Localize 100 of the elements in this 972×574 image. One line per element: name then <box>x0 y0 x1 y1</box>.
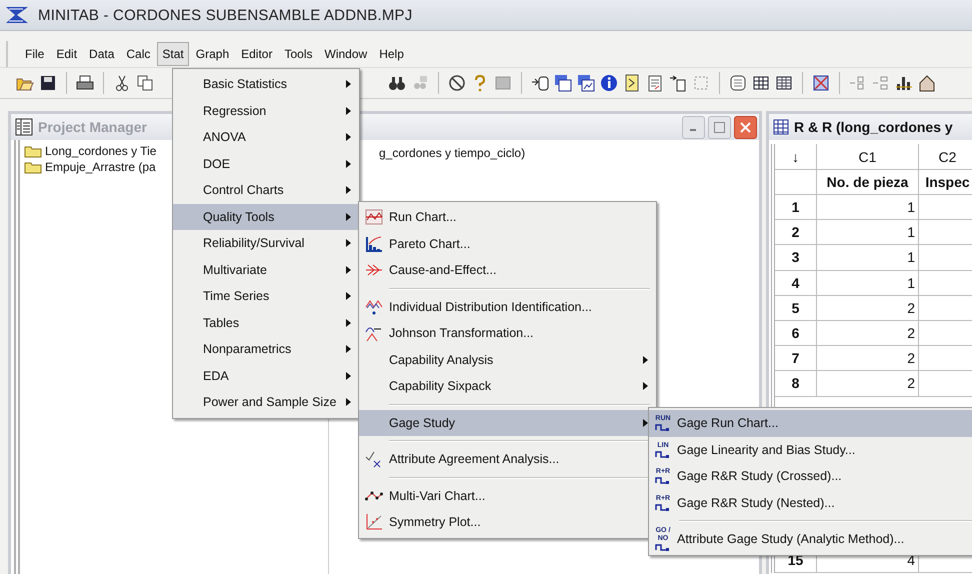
menu-bar-item[interactable]: Tools <box>279 42 318 66</box>
menu-bar-item[interactable]: Data <box>84 42 120 66</box>
symmetry-plot-icon <box>365 513 383 532</box>
column-name[interactable]: Inspec <box>919 170 972 195</box>
row-header-blank <box>775 170 817 195</box>
menu-item[interactable]: Power and Sample Size <box>173 389 359 416</box>
menu-item[interactable]: Control Charts <box>173 177 359 204</box>
notebook-icon[interactable] <box>729 74 747 92</box>
menu-item[interactable]: Run Chart... <box>359 204 656 230</box>
folder-icon <box>24 160 42 174</box>
gage-chart-icon <box>655 476 671 484</box>
info-icon[interactable] <box>600 74 618 92</box>
save-icon[interactable] <box>39 74 57 92</box>
menu-bar-item[interactable]: Window <box>320 42 372 66</box>
menu-item[interactable]: Multivariate <box>173 256 359 283</box>
submenu-arrow-icon <box>346 292 351 300</box>
menu-item[interactable]: Regression <box>173 98 359 124</box>
column-name[interactable]: No. de pieza <box>817 170 919 195</box>
submenu-arrow-icon <box>346 266 351 274</box>
menu-item[interactable]: Reliability/Survival <box>173 230 359 256</box>
windows-icon[interactable] <box>554 74 572 92</box>
minimize-button[interactable] <box>682 116 705 138</box>
pareto-chart-icon <box>365 234 383 253</box>
printer-icon[interactable] <box>76 74 94 92</box>
menu-bar-item[interactable]: Editor <box>236 42 278 66</box>
menu-item[interactable]: ANOVA <box>173 124 359 150</box>
graph-windows-icon[interactable] <box>577 74 595 92</box>
session-icon[interactable] <box>623 74 641 92</box>
gage-chart-icon <box>655 450 671 458</box>
tree-item[interactable]: Long_cordones y Tie <box>45 144 156 158</box>
close-button[interactable] <box>734 116 757 138</box>
window-title: MINITAB - CORDONES SUBENSAMBLE ADDNB.MPJ <box>38 6 412 24</box>
cancel-icon[interactable] <box>448 74 466 92</box>
menu-item[interactable]: Pareto Chart... <box>359 230 656 257</box>
table-cell: 1 <box>817 220 919 246</box>
columns-icon[interactable] <box>775 74 793 92</box>
dotted-frame-icon[interactable] <box>692 74 710 92</box>
row-number: 6 <box>775 320 817 346</box>
maximize-button[interactable] <box>708 116 731 138</box>
scissors-icon[interactable] <box>113 74 131 92</box>
submenu-arrow-icon <box>643 356 648 364</box>
table-cell: 1 <box>817 245 919 271</box>
menu-bar-item[interactable]: Stat <box>157 42 189 66</box>
gage-chart-icon <box>655 423 671 432</box>
submenu-arrow-icon <box>346 239 351 248</box>
table-cell: 1 <box>817 195 919 220</box>
table-cell: 2 <box>817 346 919 372</box>
house-icon[interactable] <box>918 74 936 92</box>
send-icon[interactable] <box>669 74 687 92</box>
submenu-arrow-icon <box>346 398 351 406</box>
align-icon[interactable] <box>872 74 890 92</box>
tree-item[interactable]: Empuje_Arrastre (pa <box>45 160 156 174</box>
row-number: 8 <box>775 371 817 396</box>
menu-item[interactable]: Time Series <box>173 283 359 310</box>
window-title: Project Manager <box>38 119 147 135</box>
menu-bar-item[interactable]: Graph <box>190 42 234 66</box>
gage-chart-icon <box>655 543 671 552</box>
menu-item[interactable]: Basic Statistics <box>173 71 359 98</box>
menu-item[interactable]: Quality Tools <box>173 204 359 230</box>
window-title: R & R (long_cordones y <box>794 119 953 135</box>
copy-icon[interactable] <box>136 74 154 92</box>
menu-item[interactable]: Tables <box>173 310 359 336</box>
menu-item[interactable]: Capability Analysis <box>359 346 656 373</box>
detail-text: g_cordones y tiempo_ciclo) <box>379 146 526 160</box>
menu-item[interactable]: Johnson Transformation... <box>359 320 656 346</box>
report-icon[interactable] <box>646 74 664 92</box>
binoculars-icon[interactable] <box>388 74 406 92</box>
table-cell: 2 <box>817 371 919 396</box>
column-id: C1 <box>817 144 919 170</box>
submenu-arrow-icon <box>346 133 351 142</box>
submenu-arrow-icon <box>346 80 351 88</box>
table-cell: 1 <box>817 270 919 296</box>
submenu-arrow-icon <box>346 318 351 327</box>
worksheet-icon <box>773 119 789 135</box>
row-number: 2 <box>775 220 817 246</box>
close-icon <box>740 122 751 132</box>
menu-item[interactable]: DOE <box>173 150 359 177</box>
menu-item[interactable]: EDA <box>173 362 359 389</box>
graph-delete-icon[interactable] <box>812 74 830 92</box>
gage-chart-icon <box>655 502 671 511</box>
bar-chart-icon[interactable] <box>895 74 913 92</box>
menu-item[interactable]: Capability Sixpack <box>359 373 656 400</box>
project-manager-icon <box>15 118 33 136</box>
run-chart-icon <box>365 208 383 226</box>
folder-icon <box>24 144 42 158</box>
menu-item[interactable]: Cause-and-Effect... <box>359 257 656 284</box>
submenu-arrow-icon <box>346 345 351 354</box>
row-number: 7 <box>775 346 817 372</box>
menu-bar-item[interactable]: Help <box>374 42 409 66</box>
check-cross-icon <box>365 450 383 468</box>
menu-bar-item[interactable]: File <box>20 42 50 66</box>
menu-item[interactable]: Nonparametrics <box>173 336 359 362</box>
menu-bar-item[interactable]: Calc <box>121 42 156 66</box>
worksheet-icon[interactable] <box>752 74 770 92</box>
submenu-arrow-icon <box>643 418 648 427</box>
menu-bar-item[interactable]: Edit <box>51 42 82 66</box>
menu-item[interactable]: Individual Distribution Identification... <box>359 294 656 320</box>
table-cell: 2 <box>817 296 919 321</box>
append-icon[interactable] <box>531 74 549 92</box>
submenu-arrow-icon <box>643 382 648 390</box>
